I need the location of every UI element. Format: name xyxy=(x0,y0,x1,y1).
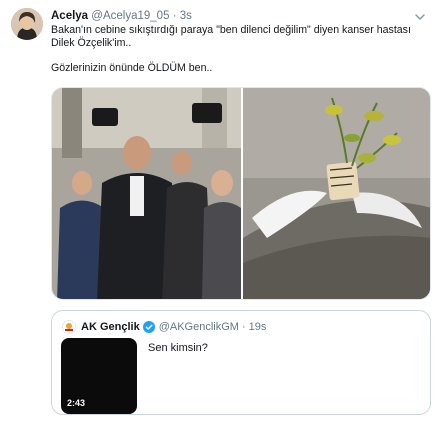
tweet-timestamp[interactable]: 3s xyxy=(180,10,192,22)
quoted-author-handle: @AKGenclikGM xyxy=(158,321,239,333)
author-handle[interactable]: @Acelya19_05 xyxy=(91,10,169,22)
quoted-video-thumbnail[interactable]: 2:43 xyxy=(61,338,137,414)
tweet-media[interactable] xyxy=(51,87,431,300)
quoted-tweet-timestamp: 19s xyxy=(248,321,267,333)
separator-dot: · xyxy=(241,321,246,333)
tweet-text-line: Dilek Özçelik'im.. xyxy=(51,36,132,49)
quoted-tweet-text: Sen kimsin? xyxy=(148,342,208,354)
crowd-photo[interactable] xyxy=(52,88,241,300)
tweet[interactable]: Acelya @Acelya19_05 · 3s Bakan'ın cebine… xyxy=(0,0,437,421)
grave-photo[interactable] xyxy=(243,88,431,300)
tweet-text-line: Gözlerinizin önünde ÖLDÜM ben.. xyxy=(51,62,213,74)
video-duration: 2:43 xyxy=(67,398,86,408)
tweet-text-line: Bakan'ın cebine sıkıştırdığı paraya "ben… xyxy=(51,24,411,36)
tweet-text: Bakan'ın cebine sıkıştırdığı paraya "ben… xyxy=(51,24,431,75)
quoted-avatar xyxy=(62,320,76,334)
tweet-header: Acelya @Acelya19_05 · 3s xyxy=(51,9,192,23)
verified-badge-icon xyxy=(142,321,155,333)
chevron-down-icon[interactable] xyxy=(413,10,427,24)
quoted-author-name: AK Gençlik xyxy=(81,321,140,333)
quoted-tweet[interactable]: AK Gençlik @AKGenclikGM · 19s 2:43 Sen k… xyxy=(51,310,431,415)
quoted-tweet-header: AK Gençlik @AKGenclikGM · 19s xyxy=(62,320,266,334)
avatar[interactable] xyxy=(11,8,43,40)
separator-dot: · xyxy=(172,10,177,22)
author-name[interactable]: Acelya xyxy=(51,10,88,22)
